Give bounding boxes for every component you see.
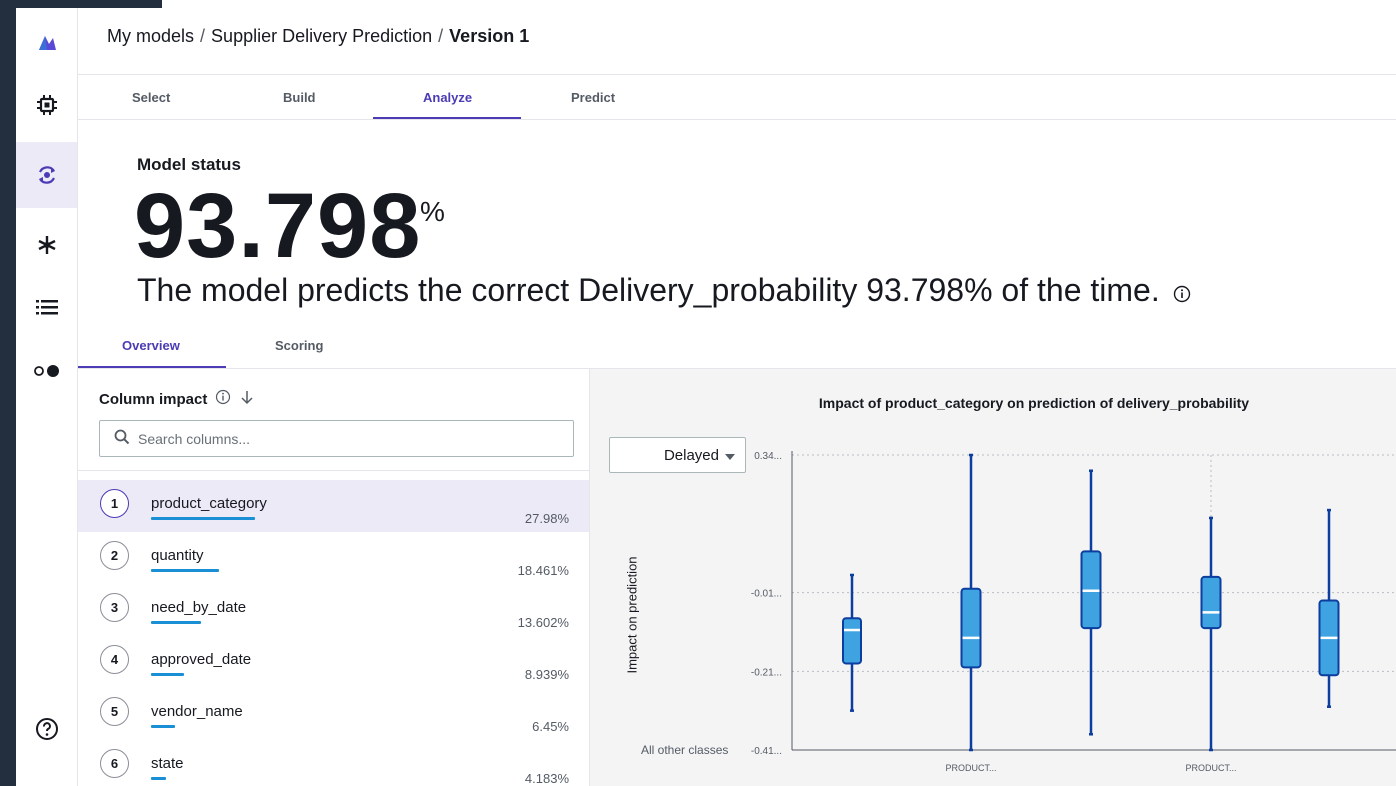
- search-icon: [114, 429, 130, 448]
- network-icon[interactable]: [16, 212, 77, 278]
- tab-select[interactable]: Select: [132, 90, 170, 105]
- rank-badge: 4: [100, 645, 129, 674]
- y-tick-label: 0.34...: [754, 451, 782, 462]
- impact-bar: [151, 777, 166, 780]
- top-dark-bar: [0, 0, 162, 8]
- impact-value: 13.602%: [517, 615, 569, 630]
- box: [842, 617, 862, 665]
- header-divider: [78, 74, 1396, 75]
- box: [960, 587, 982, 669]
- breadcrumb-version: Version 1: [449, 26, 530, 46]
- tab-build[interactable]: Build: [283, 90, 316, 105]
- column-impact-row[interactable]: 5 vendor_name 6.45%: [78, 688, 589, 740]
- impact-value: 18.461%: [517, 563, 569, 578]
- search-input[interactable]: Search columns...: [99, 420, 574, 457]
- column-name: product_category: [151, 495, 267, 512]
- impact-value: 6.45%: [532, 719, 569, 734]
- column-impact-row[interactable]: 3 need_by_date 13.602%: [78, 584, 589, 636]
- search-placeholder: Search columns...: [138, 430, 251, 447]
- column-impact-row[interactable]: 1 product_category 27.98%: [78, 480, 589, 532]
- breadcrumb: My models / Supplier Delivery Prediction / V…: [107, 26, 529, 47]
- y-tick-label: -0.01...: [751, 589, 782, 600]
- column-impact-row[interactable]: 2 quantity 18.461%: [78, 532, 589, 584]
- rank-badge: 5: [100, 697, 129, 726]
- x-tick-label: PRODUCT...: [945, 763, 996, 773]
- rank-badge: 6: [100, 749, 129, 778]
- column-name: vendor_name: [151, 703, 243, 720]
- app-root: My models / Supplier Delivery Prediction / V…: [0, 0, 1396, 786]
- rank-badge: 1: [100, 489, 129, 518]
- impact-value: 27.98%: [524, 511, 569, 526]
- impact-bar: [151, 673, 184, 676]
- column-name: state: [151, 755, 184, 772]
- chart-panel: Impact of product_category on prediction…: [590, 369, 1396, 786]
- impact-bar: [151, 725, 175, 728]
- tab-predict[interactable]: Predict: [571, 90, 615, 105]
- breadcrumb-separator: /: [438, 26, 444, 46]
- chip-icon[interactable]: [16, 72, 77, 138]
- column-name: need_by_date: [151, 599, 247, 616]
- impact-bar: [151, 569, 219, 572]
- column-impact-header: Column impact: [99, 389, 255, 409]
- sort-arrow-icon[interactable]: [239, 389, 255, 409]
- breadcrumb-my-models[interactable]: My models: [107, 26, 194, 46]
- subtab-overview[interactable]: Overview: [122, 338, 180, 353]
- tab-analyze[interactable]: Analyze: [423, 90, 472, 105]
- accuracy-description: The model predicts the correct Delivery_…: [137, 272, 1191, 311]
- refresh-icon[interactable]: [16, 142, 77, 208]
- column-impact-panel: Column impact Search columns... 1 product…: [78, 369, 590, 786]
- toggle-icon[interactable]: [16, 338, 77, 404]
- rank-badge: 3: [100, 593, 129, 622]
- column-impact-row[interactable]: 4 approved_date 8.939%: [78, 636, 589, 688]
- column-name: quantity: [151, 547, 204, 564]
- breadcrumb-model[interactable]: Supplier Delivery Prediction: [211, 26, 432, 46]
- logo-icon[interactable]: [16, 10, 77, 76]
- column-name: approved_date: [151, 651, 252, 668]
- rank-badge: 2: [100, 541, 129, 570]
- y-tick-label: -0.41...: [751, 746, 782, 757]
- box: [1200, 575, 1222, 630]
- accuracy-description-text: The model predicts the correct Delivery_…: [137, 272, 1160, 308]
- column-impact-title: Column impact: [99, 390, 208, 408]
- model-status-label: Model status: [137, 155, 241, 174]
- subtab-scoring[interactable]: Scoring: [275, 338, 323, 353]
- info-icon[interactable]: [215, 389, 231, 409]
- impact-value: 8.939%: [524, 667, 569, 682]
- x-tick-label: PRODUCT...: [1185, 763, 1236, 773]
- rail-edge: [0, 0, 16, 786]
- accuracy-value: 93.798: [134, 175, 422, 277]
- accuracy-unit: %: [420, 196, 445, 227]
- breadcrumb-separator: /: [200, 26, 206, 46]
- left-nav-rail: [0, 0, 78, 786]
- help-icon[interactable]: [16, 696, 77, 762]
- tabs-divider: [78, 119, 1396, 120]
- boxplot-chart: 0.34... -0.01... -0.21... -0.41... PRODUCT..…: [751, 451, 1396, 773]
- list-divider: [78, 470, 589, 471]
- column-impact-row[interactable]: 6 state 4.183%: [78, 740, 589, 786]
- impact-value: 4.183%: [524, 771, 569, 786]
- info-icon[interactable]: [1173, 274, 1191, 311]
- y-tick-label: -0.21...: [751, 667, 782, 678]
- impact-bar: [151, 621, 201, 624]
- list-icon[interactable]: [16, 274, 77, 340]
- impact-bar: [151, 517, 255, 520]
